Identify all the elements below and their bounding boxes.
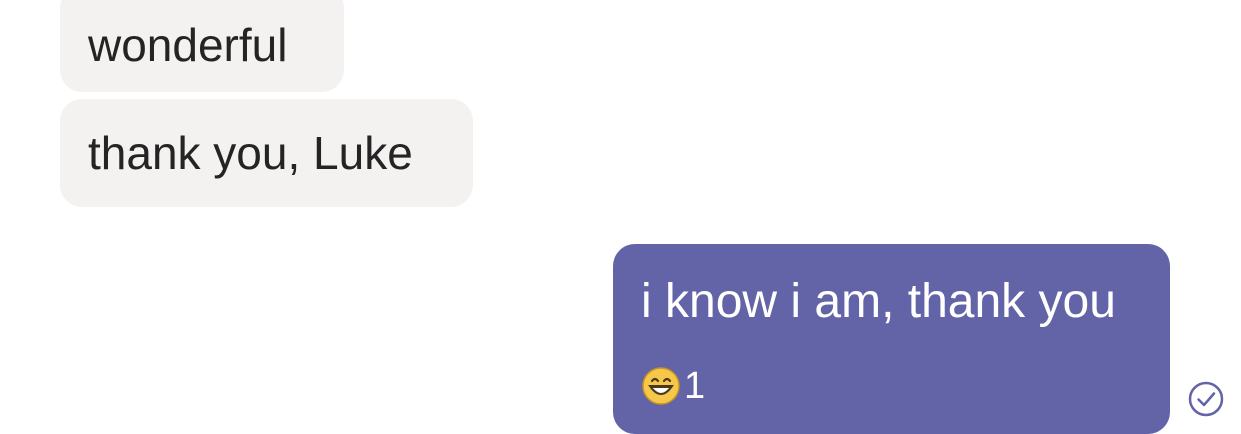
message-text: thank you, Luke bbox=[88, 127, 413, 179]
outgoing-message-bubble[interactable]: i know i am, thank you 1 bbox=[613, 244, 1170, 434]
message-text: i know i am, thank you bbox=[641, 275, 1116, 328]
incoming-message-bubble[interactable]: thank you, Luke bbox=[60, 99, 473, 207]
reaction-badge[interactable]: 1 bbox=[641, 366, 1142, 406]
incoming-message-bubble[interactable]: wonderful bbox=[60, 0, 344, 92]
reaction-count: 1 bbox=[684, 365, 706, 407]
read-receipt-check-icon bbox=[1188, 381, 1224, 417]
grinning-face-icon bbox=[642, 367, 680, 405]
message-text: wonderful bbox=[88, 19, 288, 71]
chat-thread: wonderful thank you, Luke i know i am, t… bbox=[0, 0, 1241, 434]
